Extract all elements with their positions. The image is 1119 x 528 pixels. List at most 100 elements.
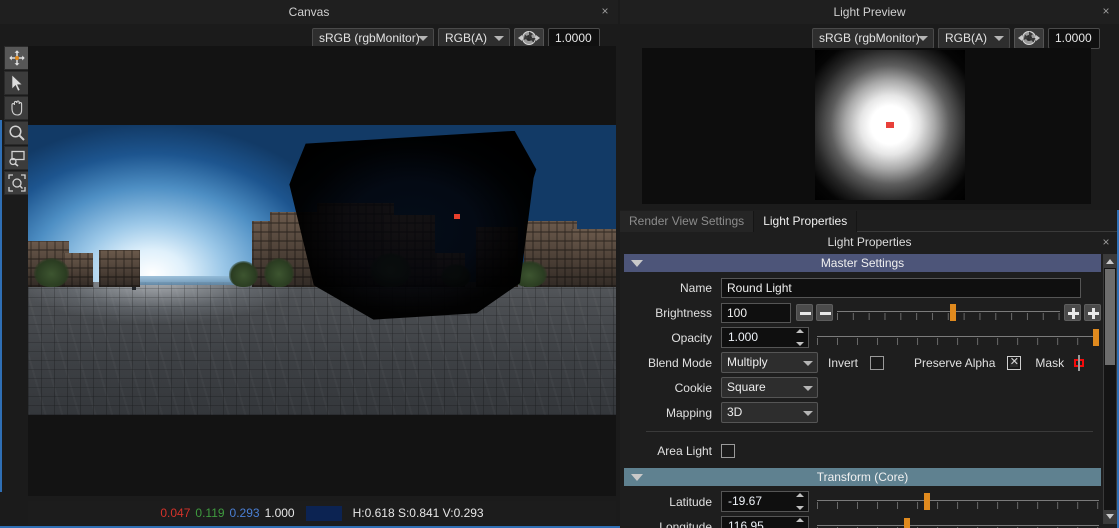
light-preview-panel: Light Preview × sRGB (rgbMonitor) RGB(A) — [620, 0, 1119, 208]
window-edge-left — [0, 120, 2, 492]
opacity-slider-handle[interactable] — [1093, 329, 1100, 346]
brightness-decrement-button[interactable] — [816, 304, 833, 321]
preserve-alpha-checkbox[interactable] — [1007, 355, 1022, 370]
move-tool[interactable] — [4, 46, 30, 70]
invert-checkbox[interactable] — [870, 355, 885, 370]
scroll-up-icon[interactable] — [1104, 255, 1116, 268]
canvas-panel-title: Canvas × — [0, 0, 618, 24]
light-properties-header: Light Properties × — [620, 232, 1119, 252]
light-center-marker[interactable] — [454, 213, 461, 219]
slider-track — [817, 500, 1099, 501]
mapping-value: 3D — [727, 405, 743, 419]
slider-track — [817, 336, 1099, 337]
slider-ticks — [817, 338, 1099, 345]
longitude-value: 116.95 — [728, 519, 764, 528]
row-blend-mode: Blend Mode Multiply Invert Preserve Alph… — [624, 350, 1101, 375]
preview-channels-select[interactable]: RGB(A) — [938, 27, 1010, 49]
properties-scrollbar[interactable] — [1103, 254, 1117, 524]
chevron-down-icon — [803, 360, 813, 366]
stepper-up-icon[interactable] — [796, 518, 804, 522]
light-properties-close-icon[interactable]: × — [1099, 233, 1113, 251]
canvas-viewport[interactable] — [28, 46, 616, 496]
brightness-slider[interactable] — [837, 302, 1060, 323]
ground-region — [28, 281, 616, 415]
longitude-slider[interactable] — [817, 516, 1099, 528]
brightness-input[interactable]: 100 — [721, 302, 791, 323]
opacity-slider[interactable] — [817, 327, 1100, 348]
longitude-input[interactable]: 116.95 — [721, 516, 809, 528]
blend-mode-select[interactable]: Multiply — [721, 352, 818, 373]
opacity-value: 1.000 — [728, 330, 759, 344]
opacity-input[interactable]: 1.000 — [721, 327, 809, 348]
collapse-caret-icon — [631, 474, 643, 481]
cookie-value: Square — [727, 380, 766, 394]
stepper-down-icon[interactable] — [796, 342, 804, 346]
stepper-up-icon[interactable] — [796, 329, 804, 333]
latitude-stepper[interactable] — [795, 493, 806, 510]
tree — [264, 258, 294, 288]
longitude-slider-handle[interactable] — [904, 518, 911, 528]
chevron-down-icon — [803, 385, 813, 391]
light-preview-center-marker[interactable] — [886, 122, 894, 128]
brightness-slider-handle[interactable] — [949, 304, 956, 321]
building — [570, 229, 616, 288]
tab-light-properties[interactable]: Light Properties — [754, 211, 858, 232]
mapping-select[interactable]: 3D — [721, 402, 818, 423]
aperture-icon[interactable] — [1014, 27, 1044, 49]
panorama-image[interactable] — [28, 125, 616, 415]
chevron-down-icon — [803, 410, 813, 416]
collapse-caret-icon — [631, 260, 643, 267]
longitude-label: Longitude — [659, 519, 712, 528]
zoom-region-tool[interactable] — [4, 146, 30, 170]
light-preview-image[interactable] — [815, 50, 965, 200]
section-transform-label: Transform (Core) — [816, 470, 909, 484]
scroll-down-icon[interactable] — [1104, 510, 1116, 523]
name-input[interactable]: Round Light — [721, 277, 1081, 298]
invert-label: Invert — [828, 355, 859, 370]
stepper-up-icon[interactable] — [796, 493, 804, 497]
slider-track — [837, 311, 1060, 312]
area-light-checkbox[interactable] — [721, 443, 735, 458]
brightness-increment-button[interactable] — [1064, 304, 1081, 321]
canvas-status-bar: 0.047 0.119 0.293 1.000 H:0.618 S:0.841 … — [28, 501, 616, 525]
latitude-value: -19.67 — [728, 494, 763, 508]
slider-ticks — [817, 502, 1099, 509]
zoom-fit-tool[interactable] — [4, 171, 30, 195]
preview-channels-value: RGB(A) — [945, 31, 987, 45]
canvas-colorspace-value: sRGB (rgbMonitor) — [319, 31, 420, 45]
scrollbar-thumb[interactable] — [1105, 269, 1115, 365]
section-header-master-settings[interactable]: Master Settings — [624, 254, 1101, 272]
name-label: Name — [679, 280, 712, 295]
brightness-label: Brightness — [655, 305, 712, 320]
select-tool[interactable] — [4, 71, 30, 95]
panorama-content — [28, 125, 616, 415]
longitude-stepper[interactable] — [795, 518, 806, 528]
canvas-toolbar — [4, 46, 30, 196]
preview-exposure-input[interactable]: 1.0000 — [1048, 27, 1100, 49]
pan-tool[interactable] — [4, 96, 30, 120]
section-header-transform-core[interactable]: Transform (Core) — [624, 468, 1101, 486]
row-area-light: Area Light — [624, 438, 1101, 463]
application-window: Canvas × sRGB (rgbMonitor) RGB(A) 1.0000… — [0, 0, 1119, 528]
preview-colorspace-select[interactable]: sRGB (rgbMonitor) — [812, 27, 934, 49]
row-latitude: Latitude -19.67 — [624, 489, 1101, 514]
canvas-panel: Canvas × sRGB (rgbMonitor) RGB(A) 1.0000… — [0, 0, 618, 528]
latitude-slider[interactable] — [817, 491, 1099, 512]
mask-checkbox[interactable] — [1078, 354, 1081, 371]
latitude-input[interactable]: -19.67 — [721, 491, 809, 512]
brightness-decrement-large-button[interactable] — [796, 304, 813, 321]
opacity-stepper[interactable] — [795, 329, 806, 346]
canvas-close-icon[interactable]: × — [598, 2, 612, 20]
cookie-select[interactable]: Square — [721, 377, 818, 398]
pixel-red-value: 0.047 — [160, 506, 191, 520]
light-preview-close-icon[interactable]: × — [1099, 2, 1113, 20]
latitude-slider-handle[interactable] — [923, 493, 930, 510]
chevron-down-icon — [418, 36, 428, 41]
light-preview-viewport[interactable] — [642, 48, 1091, 204]
pixel-color-swatch — [305, 505, 342, 521]
row-opacity: Opacity 1.000 — [624, 325, 1101, 350]
tab-render-view-settings[interactable]: Render View Settings — [620, 211, 755, 232]
zoom-tool[interactable] — [4, 121, 30, 145]
brightness-increment-large-button[interactable] — [1084, 304, 1101, 321]
stepper-down-icon[interactable] — [796, 506, 804, 510]
